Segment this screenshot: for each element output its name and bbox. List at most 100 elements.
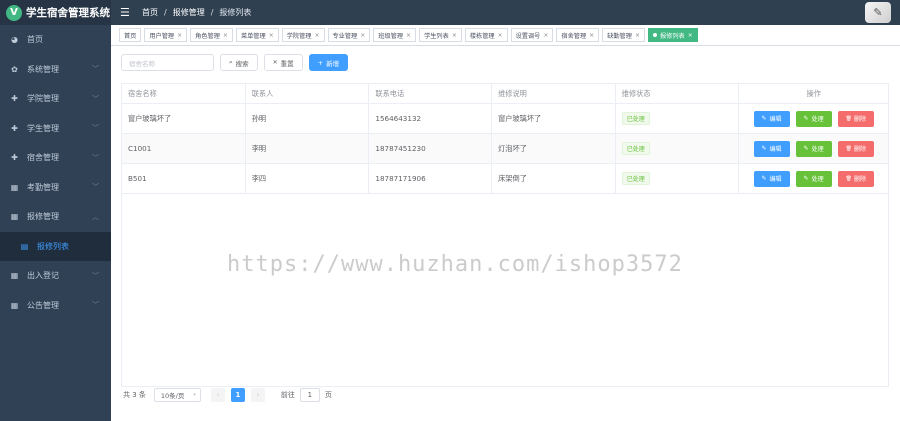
tag-10[interactable]: 宿舍管理 × bbox=[556, 28, 600, 42]
user-avatar[interactable]: ✎ bbox=[865, 2, 891, 23]
sidebar-item-5[interactable]: ▦ 考勤管理 ﹀ bbox=[0, 173, 111, 203]
breadcrumb-current: 报修列表 bbox=[219, 8, 252, 17]
goto-prefix: 前往 bbox=[280, 390, 295, 399]
status-badge: 已处理 bbox=[621, 112, 650, 125]
chevron-icon: ﹀ bbox=[92, 65, 99, 74]
add-button[interactable]: + 新增 bbox=[308, 54, 349, 71]
trash-icon: 🗑 bbox=[845, 145, 852, 152]
actions-cell: ✎ 编辑 ✎ 处理 🗑 删除 bbox=[739, 134, 888, 163]
close-icon[interactable]: × bbox=[360, 32, 365, 39]
tag-3[interactable]: 菜单管理 × bbox=[235, 28, 279, 42]
gear-icon: ✿ bbox=[11, 64, 18, 74]
app-title: 学生宿舍管理系统 bbox=[26, 7, 110, 19]
close-icon[interactable]: × bbox=[498, 32, 503, 39]
trash-icon: 🗑 bbox=[845, 115, 852, 122]
goto-page-input[interactable]: 1 bbox=[299, 387, 320, 402]
tag-label: 设置调号 bbox=[515, 32, 541, 40]
sidebar-item-7[interactable]: ▤ 报修列表 bbox=[0, 231, 111, 261]
filter-bar: 宿舍名称 ⌕ 搜索 ✕ 重置 + 新增 bbox=[121, 54, 349, 71]
tag-label: 首页 bbox=[124, 32, 137, 40]
grid-icon: ▦ bbox=[10, 212, 19, 222]
reset-button-label: 重置 bbox=[280, 59, 294, 68]
close-icon[interactable]: × bbox=[589, 32, 594, 39]
tag-9[interactable]: 设置调号 × bbox=[510, 28, 554, 42]
app-brand: V 学生宿舍管理系统 bbox=[0, 0, 111, 25]
tag-label: 学院管理 bbox=[286, 32, 312, 40]
reset-button[interactable]: ✕ 重置 bbox=[263, 54, 303, 71]
status-cell: 已处理 bbox=[616, 134, 740, 163]
sidebar-item-3[interactable]: ✚ 学生管理 ﹀ bbox=[0, 114, 111, 144]
breadcrumb-separator: / bbox=[164, 8, 167, 17]
grid-icon: ▦ bbox=[10, 300, 19, 310]
hamburger-icon[interactable]: ☰ bbox=[120, 6, 132, 19]
delete-button-label: 删除 bbox=[853, 146, 866, 153]
close-icon[interactable]: × bbox=[452, 32, 457, 39]
sidebar-item-label: 系统管理 bbox=[27, 64, 59, 74]
table-cell: 窗户玻璃坏了 bbox=[122, 104, 246, 133]
handle-button[interactable]: ✎ 处理 bbox=[795, 170, 832, 187]
close-icon[interactable]: × bbox=[177, 32, 182, 39]
handle-button[interactable]: ✎ 处理 bbox=[795, 110, 832, 127]
close-icon[interactable]: × bbox=[314, 32, 319, 39]
handle-button-label: 处理 bbox=[811, 176, 824, 183]
table-cell: 孙明 bbox=[246, 104, 370, 133]
column-header: 联系人 bbox=[246, 84, 370, 103]
tag-label: 缺勤管理 bbox=[607, 32, 632, 40]
close-icon[interactable]: × bbox=[223, 32, 228, 39]
table-cell: 18787451230 bbox=[369, 134, 493, 163]
breadcrumb-home[interactable]: 首页 bbox=[142, 7, 158, 18]
chevron-down-icon: ▾ bbox=[193, 391, 196, 398]
sidebar-item-9[interactable]: ▦ 公告管理 ﹀ bbox=[0, 291, 111, 321]
tag-label: 菜单管理 bbox=[240, 32, 266, 40]
status-badge: 已处理 bbox=[621, 142, 650, 155]
page-number-current[interactable]: 1 bbox=[230, 387, 245, 402]
tag-0[interactable]: 首页 bbox=[119, 28, 142, 42]
sidebar-item-0[interactable]: ◕ 首页 bbox=[0, 25, 111, 55]
sidebar-item-6[interactable]: ▦ 报修管理 ︿ bbox=[0, 202, 111, 232]
edit-button-label: 编辑 bbox=[769, 116, 782, 123]
search-button[interactable]: ⌕ 搜索 bbox=[220, 54, 258, 71]
sidebar-item-1[interactable]: ✿ 系统管理 ﹀ bbox=[0, 55, 111, 85]
tag-6[interactable]: 班级管理 × bbox=[373, 28, 417, 42]
actions-cell: ✎ 编辑 ✎ 处理 🗑 删除 bbox=[739, 104, 888, 133]
edit-icon: ✎ bbox=[761, 175, 767, 182]
tags-view: 首页 用户管理 × 角色管理 × 菜单管理 × 学院管理 × 专业管理 × 班级管理 × 学生列表 × 楼栋管… bbox=[111, 25, 900, 46]
grid-icon: ▦ bbox=[10, 182, 19, 192]
chevron-icon: ﹀ bbox=[92, 183, 99, 192]
delete-button[interactable]: 🗑 删除 bbox=[837, 170, 874, 187]
dorm-name-input[interactable]: 宿舍名称 bbox=[121, 54, 214, 71]
tag-7[interactable]: 学生列表 × bbox=[419, 28, 462, 42]
tag-2[interactable]: 角色管理 × bbox=[190, 28, 233, 42]
delete-button[interactable]: 🗑 删除 bbox=[837, 110, 874, 127]
page-size-value: 10条/页 bbox=[160, 391, 185, 400]
page-size-select[interactable]: 10条/页 ▾ bbox=[153, 387, 201, 402]
column-header: 操作 bbox=[806, 88, 821, 98]
sidebar-item-2[interactable]: ✚ 学院管理 ﹀ bbox=[0, 84, 111, 114]
prev-page-button[interactable]: ‹ bbox=[210, 387, 225, 402]
delete-button[interactable]: 🗑 删除 bbox=[837, 140, 874, 157]
tag-12[interactable]: 报修列表 × bbox=[647, 28, 698, 42]
repair-table: 宿舍名称 联系人 联系电话 维修说明 维修状态 操作 窗户玻璃坏了 孙明 1564643132 窗… bbox=[121, 83, 889, 387]
sidebar-item-label: 考勤管理 bbox=[27, 182, 59, 192]
table-cell: 窗户玻璃坏了 bbox=[492, 104, 616, 133]
close-icon[interactable]: × bbox=[635, 32, 640, 39]
tag-4[interactable]: 学院管理 × bbox=[281, 28, 325, 42]
edit-button-label: 编辑 bbox=[769, 146, 782, 153]
plus-circle-icon: ✚ bbox=[11, 94, 18, 104]
edit-button[interactable]: ✎ 编辑 bbox=[753, 140, 790, 157]
close-icon[interactable]: × bbox=[543, 32, 548, 39]
tag-11[interactable]: 缺勤管理 × bbox=[602, 28, 645, 42]
tag-5[interactable]: 专业管理 × bbox=[327, 28, 371, 42]
tag-1[interactable]: 用户管理 × bbox=[144, 28, 188, 42]
tag-8[interactable]: 楼栋管理 × bbox=[464, 28, 508, 42]
close-icon[interactable]: × bbox=[269, 32, 274, 39]
next-page-button[interactable]: › bbox=[250, 387, 265, 402]
close-icon[interactable]: × bbox=[688, 32, 693, 39]
sidebar-item-8[interactable]: ▦ 出入登记 ﹀ bbox=[0, 261, 111, 291]
edit-button[interactable]: ✎ 编辑 bbox=[753, 170, 790, 187]
handle-button[interactable]: ✎ 处理 bbox=[795, 140, 832, 157]
edit-button[interactable]: ✎ 编辑 bbox=[753, 110, 790, 127]
sidebar-item-4[interactable]: ✚ 宿舍管理 ﹀ bbox=[0, 143, 111, 173]
close-icon[interactable]: × bbox=[406, 32, 411, 39]
sidebar-item-label: 报修管理 bbox=[27, 212, 59, 222]
